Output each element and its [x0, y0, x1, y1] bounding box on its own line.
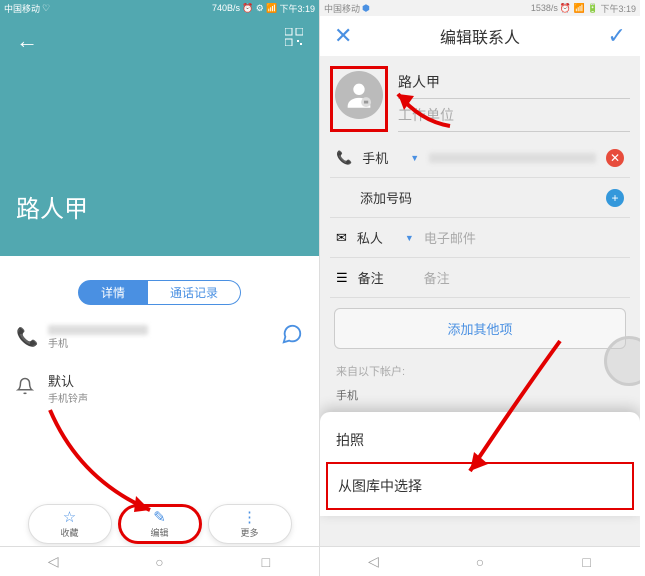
clock: 下午3:19 [600, 2, 636, 15]
phone-type: 手机 [48, 335, 269, 350]
bell-icon [16, 377, 36, 400]
nav-recent-icon[interactable]: □ [256, 554, 276, 570]
notes-icon: ☰ [336, 270, 348, 286]
more-icon: ⋮ [242, 510, 257, 525]
favorite-button[interactable]: ☆ 收藏 [28, 504, 112, 544]
edit-label: 编辑 [150, 526, 168, 539]
phone-number-masked [48, 325, 148, 335]
remark-row[interactable]: ☰ 备注 备注 [330, 258, 630, 298]
screen-edit-contact: 中国移动 ⬢ 1538/s ⏰ 📶 🔋 下午3:19 ✕ 编辑联系人 ✓ [320, 0, 640, 576]
avatar-button[interactable] [335, 71, 383, 119]
more-label: 更多 [240, 526, 258, 539]
star-icon: ☆ [63, 510, 76, 525]
message-icon[interactable] [281, 323, 303, 351]
qr-icon[interactable] [285, 28, 303, 54]
add-number-row[interactable]: 添加号码 + [330, 178, 630, 218]
phone-icon: 📞 [336, 150, 352, 166]
tabs: 详情 通话记录 [0, 272, 319, 313]
page-title: 编辑联系人 [440, 24, 520, 48]
remove-phone-button[interactable]: ✕ [606, 149, 624, 167]
carrier-label: 中国移动 [324, 2, 360, 15]
back-icon[interactable]: ← [16, 28, 38, 54]
nav-bar: ◁ ○ □ [0, 546, 319, 576]
ringtone-row[interactable]: 默认 手机铃声 [0, 361, 319, 415]
clock: 下午3:19 [279, 2, 315, 15]
remark-placeholder: 备注 [424, 268, 450, 287]
net-speed: 1538/s [531, 3, 558, 13]
status-bar: 中国移动 ⬢ 1538/s ⏰ 📶 🔋 下午3:19 [320, 0, 640, 16]
email-row[interactable]: ✉ 私人 ▼ 电子邮件 [330, 218, 630, 258]
edit-button[interactable]: ✎ 编辑 [118, 504, 202, 544]
edit-body: 路人甲 工作单位 📞 手机 ▼ ✕ 添加号码 + ✉ 私人 ▼ [320, 56, 640, 546]
nav-bar: ◁ ○ □ [320, 546, 640, 576]
screen-contact-detail: 中国移动 ♡ 740B/s ⏰ ⚙ 📶 下午3:19 ← 路人甲 详情 通话记录 [0, 0, 320, 576]
close-icon[interactable]: ✕ [334, 23, 352, 49]
confirm-icon[interactable]: ✓ [608, 23, 626, 49]
net-speed: 740B/s [212, 3, 240, 13]
carrier-label: 中国移动 [4, 2, 40, 15]
phone-label: 手机 [362, 148, 398, 167]
email-placeholder: 电子邮件 [424, 228, 476, 247]
pencil-icon: ✎ [153, 510, 166, 525]
nav-home-icon[interactable]: ○ [470, 554, 490, 570]
ringtone-sub: 手机铃声 [48, 390, 303, 405]
mail-icon: ✉ [336, 230, 347, 246]
phone-value-masked [429, 153, 596, 163]
favorite-label: 收藏 [60, 526, 78, 539]
photo-picker-sheet: 拍照 从图库中选择 [320, 412, 640, 516]
add-other-button[interactable]: 添加其他项 [334, 308, 626, 349]
phone-edit-row[interactable]: 📞 手机 ▼ ✕ [330, 138, 630, 178]
chevron-down-icon[interactable]: ▼ [410, 153, 419, 163]
nav-back-icon[interactable]: ◁ [43, 554, 63, 570]
chevron-down-icon[interactable]: ▼ [405, 233, 414, 243]
ringtone-title: 默认 [48, 371, 303, 390]
nav-recent-icon[interactable]: □ [577, 554, 597, 570]
account-type: 手机 [330, 383, 630, 407]
add-number-label: 添加号码 [360, 188, 412, 207]
name-field[interactable]: 路人甲 [398, 66, 630, 99]
more-button[interactable]: ⋮ 更多 [208, 504, 292, 544]
contact-name: 路人甲 [16, 189, 303, 224]
tab-calllog[interactable]: 通话记录 [148, 280, 241, 305]
nav-back-icon[interactable]: ◁ [363, 554, 383, 570]
sheet-camera[interactable]: 拍照 [326, 418, 634, 462]
email-type: 私人 [357, 228, 393, 247]
remark-label: 备注 [358, 268, 394, 287]
avatar-highlight [330, 66, 388, 132]
add-number-button[interactable]: + [606, 189, 624, 207]
status-bar: 中国移动 ♡ 740B/s ⏰ ⚙ 📶 下午3:19 [0, 0, 319, 16]
nav-home-icon[interactable]: ○ [149, 554, 169, 570]
edit-header: ✕ 编辑联系人 ✓ [320, 16, 640, 56]
phone-row[interactable]: 📞 手机 [0, 313, 319, 361]
account-from: 来自以下帐户: [330, 359, 630, 383]
sheet-gallery[interactable]: 从图库中选择 [326, 462, 634, 510]
phone-icon: 📞 [16, 327, 36, 348]
bottom-actions: ☆ 收藏 ✎ 编辑 ⋮ 更多 [0, 504, 319, 544]
contact-header: ← 路人甲 [0, 16, 319, 256]
company-field[interactable]: 工作单位 [398, 99, 630, 132]
tab-detail[interactable]: 详情 [78, 280, 148, 305]
